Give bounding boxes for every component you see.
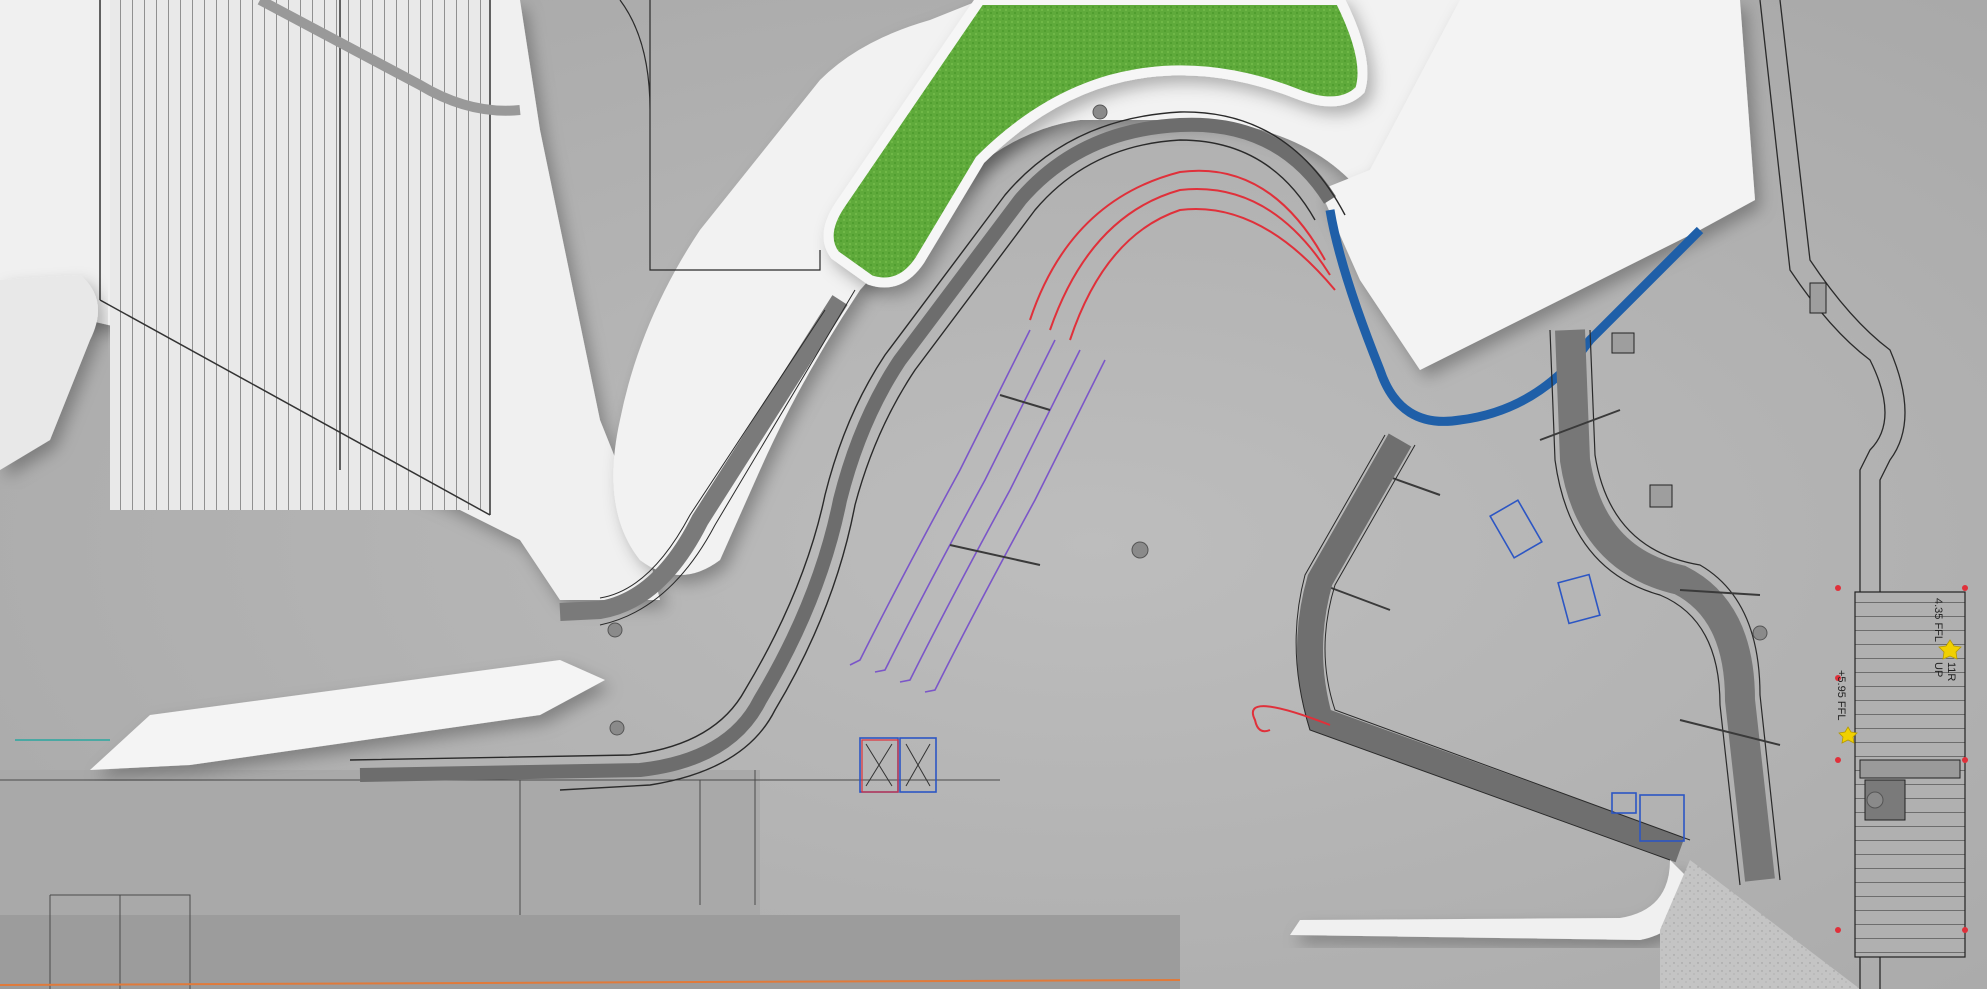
- lower-level-label: +5.95 FFL: [1835, 670, 1847, 720]
- person-6: [1866, 791, 1884, 809]
- red-spot-1: [1835, 585, 1841, 591]
- red-spot-6: [1835, 927, 1841, 933]
- riser-count-label: 11R: [1945, 662, 1957, 681]
- person-4: [609, 720, 625, 736]
- red-spot-4: [1962, 585, 1968, 591]
- person-1: [1131, 541, 1149, 559]
- bottom-paving: [0, 915, 1180, 989]
- upper-level-label: 4.35 FFL: [1932, 598, 1944, 642]
- site-plan-drawing: 4.35 FFL 11R UP +5.95 FFL: [0, 0, 1987, 989]
- direction-label: UP: [1932, 662, 1944, 677]
- grand-stair: [110, 0, 490, 510]
- bollard-2: [1649, 484, 1673, 508]
- person-2: [1092, 104, 1108, 120]
- person-3: [607, 622, 623, 638]
- bollard-1: [1611, 332, 1635, 354]
- red-spot-3: [1835, 757, 1841, 763]
- red-spot-5: [1962, 757, 1968, 763]
- crossing-landing: [1859, 759, 1961, 779]
- bollard-3: [1809, 282, 1827, 314]
- red-spot-7: [1962, 927, 1968, 933]
- person-5: [1752, 625, 1768, 641]
